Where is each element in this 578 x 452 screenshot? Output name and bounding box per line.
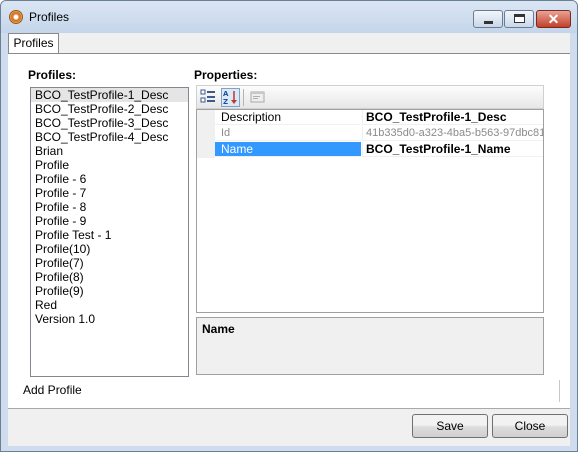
row-gutter [197,142,215,158]
profiles-window: Profiles ✕ Profiles Profiles: Properties… [0,0,578,452]
list-item[interactable]: Red [31,298,188,312]
alphabetical-button[interactable]: A Z [221,88,240,107]
title-bar[interactable]: Profiles ✕ [1,1,577,33]
property-help-panel: Name [196,317,544,375]
dialog-footer: Save Close [8,408,570,446]
close-button[interactable]: Close [492,414,568,438]
svg-text:Z: Z [223,98,228,106]
list-item[interactable]: Version 1.0 [31,312,188,326]
maximize-icon [514,14,525,23]
property-value: 41b335d0-a323-4ba5-b563-97dbc81c [362,126,543,141]
list-item[interactable]: Profile(7) [31,256,188,270]
help-title: Name [202,322,235,336]
categorized-button[interactable] [200,88,219,107]
alphabetical-sort-icon: A Z [223,90,237,106]
close-icon: ✕ [547,11,560,27]
window-title: Profiles [29,10,70,24]
list-item[interactable]: Profile(8) [31,270,188,284]
save-button[interactable]: Save [412,414,488,438]
list-item[interactable]: Profile - 8 [31,200,188,214]
property-grid[interactable]: Description BCO_TestProfile-1_Desc Id 41… [196,109,544,313]
properties-label: Properties: [194,68,258,82]
list-item[interactable]: Brian [31,144,188,158]
maximize-button[interactable] [504,10,534,28]
property-value[interactable]: BCO_TestProfile-1_Name [362,142,543,157]
add-profile-link[interactable]: Add Profile [23,383,82,397]
minimize-button[interactable] [473,10,503,28]
dialog-body: Profiles Profiles: Properties: BCO_TestP… [8,33,570,446]
profiles-list[interactable]: BCO_TestProfile-1_Desc BCO_TestProfile-2… [30,87,189,377]
list-item[interactable]: Profile(9) [31,284,188,298]
list-item[interactable]: Profile Test - 1 [31,228,188,242]
row-gutter [197,126,215,142]
list-item[interactable]: Profile - 6 [31,172,188,186]
minimize-icon [484,21,493,24]
toolbar-separator [243,89,244,106]
property-pages-button[interactable] [249,88,268,107]
divider [559,380,560,402]
svg-text:A: A [223,90,229,98]
list-item[interactable]: BCO_TestProfile-4_Desc [31,130,188,144]
list-item[interactable]: Profile - 9 [31,214,188,228]
property-grid-toolbar: A Z [196,85,544,109]
list-item[interactable]: Profile [31,158,188,172]
close-window-button[interactable]: ✕ [536,10,571,28]
property-name: Description [215,110,361,125]
property-pages-icon [250,91,265,103]
property-row-name[interactable]: Name BCO_TestProfile-1_Name [197,142,543,158]
row-gutter [197,110,215,126]
list-item[interactable]: Profile(10) [31,242,188,256]
list-item[interactable]: BCO_TestProfile-1_Desc [31,88,188,102]
app-gear-icon [9,10,23,24]
profiles-tab-page: Profiles: Properties: BCO_TestProfile-1_… [8,53,570,409]
list-item[interactable]: Profile - 7 [31,186,188,200]
property-row-description[interactable]: Description BCO_TestProfile-1_Desc [197,110,543,126]
profiles-label: Profiles: [28,68,77,82]
categorized-icon [200,89,215,103]
property-row-id[interactable]: Id 41b335d0-a323-4ba5-b563-97dbc81c [197,126,543,142]
tab-profiles[interactable]: Profiles [8,33,59,54]
property-name: Id [215,126,361,141]
list-item[interactable]: BCO_TestProfile-3_Desc [31,116,188,130]
list-item[interactable]: BCO_TestProfile-2_Desc [31,102,188,116]
property-name: Name [215,142,361,157]
property-value[interactable]: BCO_TestProfile-1_Desc [362,110,543,125]
